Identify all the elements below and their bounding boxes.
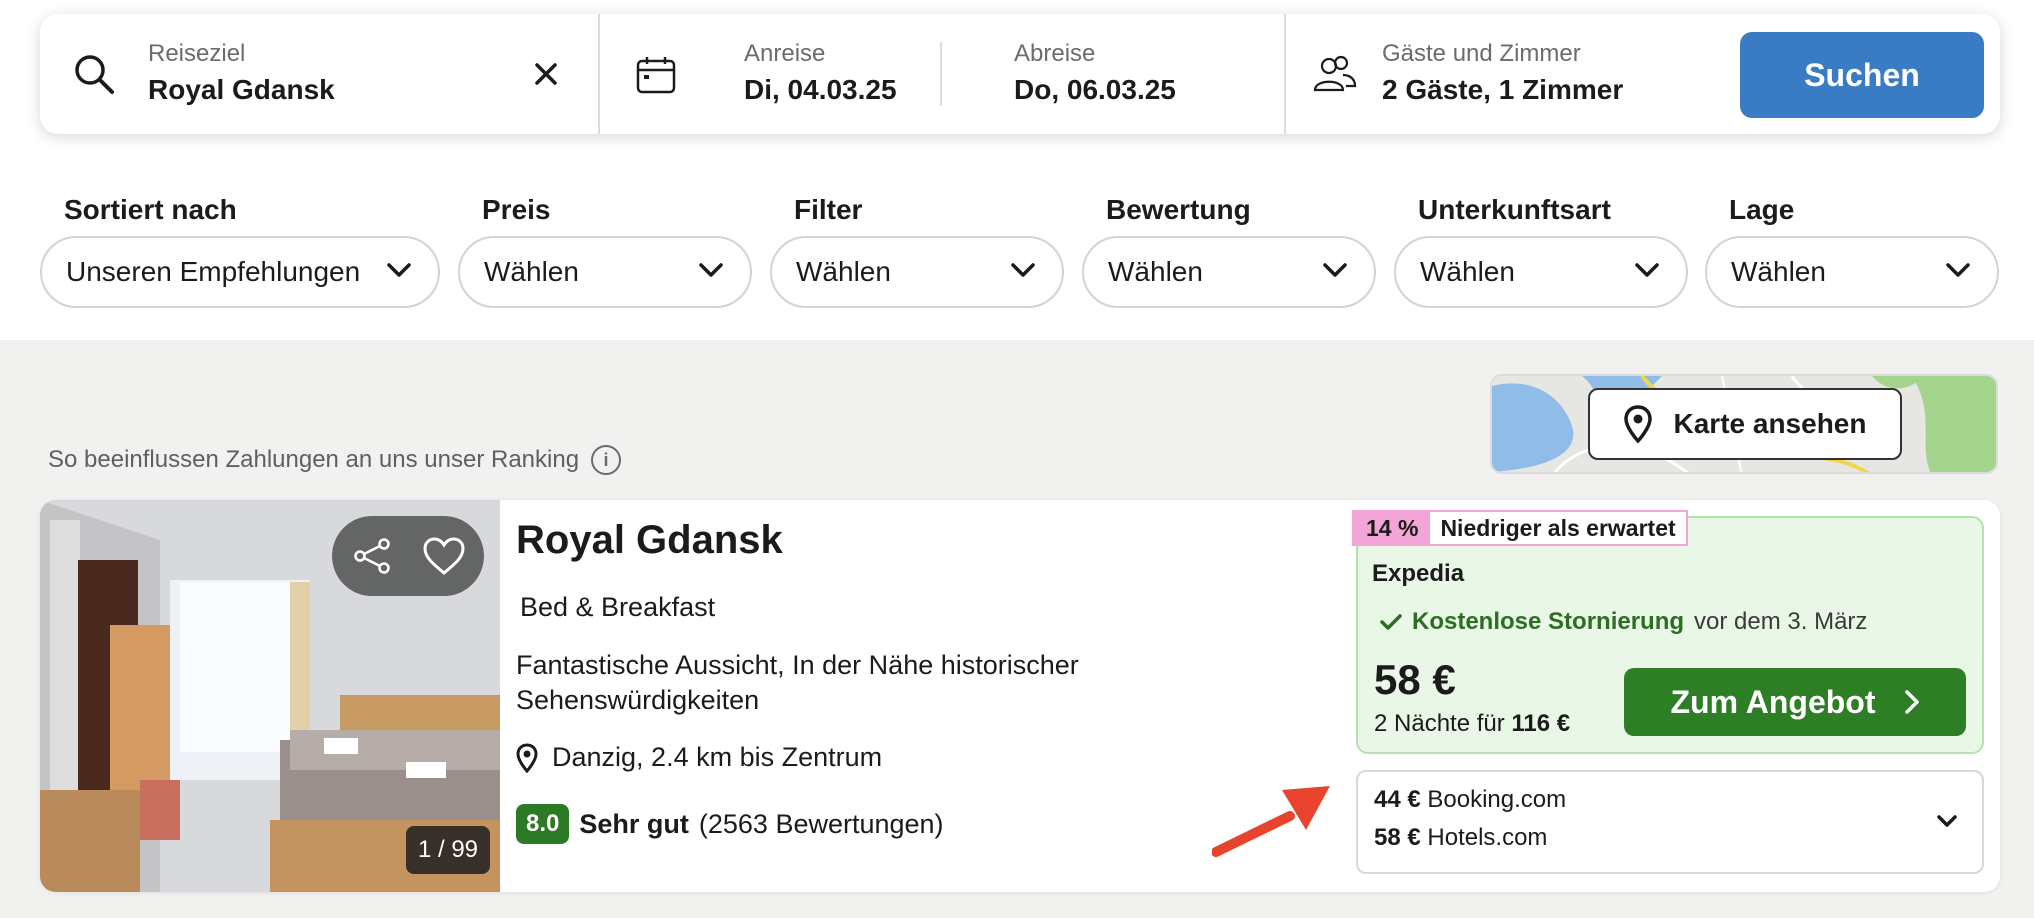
checkout-label: Abreise bbox=[1014, 40, 1096, 67]
alt-offer-row[interactable]: 58 € Hotels.com bbox=[1374, 824, 1547, 852]
calendar-icon bbox=[636, 57, 676, 94]
offer-provider: Expedia bbox=[1372, 560, 1465, 587]
map-preview[interactable]: Karte ansehen bbox=[1490, 374, 1998, 474]
chevron-down-icon bbox=[1635, 263, 1659, 277]
alt-price: 44 € bbox=[1374, 786, 1421, 813]
alt-offer-row[interactable]: 44 € Booking.com bbox=[1374, 786, 1566, 814]
filter-label: Lage bbox=[1729, 194, 1795, 225]
dropdown-value: Wählen bbox=[1420, 256, 1515, 287]
filter-label: Sortiert nach bbox=[64, 194, 237, 225]
alternative-offers[interactable]: 44 € Booking.com 58 € Hotels.com bbox=[1356, 770, 1984, 874]
checkmark-icon bbox=[1380, 614, 1402, 630]
photo-actions bbox=[332, 516, 484, 596]
clear-icon[interactable] bbox=[534, 62, 558, 86]
view-deal-button[interactable]: Zum Angebot bbox=[1624, 668, 1966, 736]
annotation-arrow-icon bbox=[1212, 786, 1330, 857]
map-pin-icon bbox=[1623, 405, 1652, 443]
location-dropdown[interactable]: Wählen bbox=[1705, 236, 1999, 308]
cancellation-bold: Kostenlose Stornierung bbox=[1412, 608, 1685, 635]
dropdown-value: Unseren Empfehlungen bbox=[66, 256, 361, 287]
view-deal-label: Zum Angebot bbox=[1670, 683, 1876, 720]
hotel-type: Bed & Breakfast bbox=[520, 592, 716, 622]
dropdown-value: Wählen bbox=[1731, 256, 1826, 287]
destination-field[interactable]: Reiseziel Royal Gdansk bbox=[40, 14, 600, 134]
chevron-down-icon bbox=[1011, 263, 1035, 277]
hotel-rating[interactable]: 8.0 Sehr gut (2563 Bewertungen) bbox=[516, 804, 944, 844]
info-icon: i bbox=[591, 445, 622, 475]
hotel-location: Danzig, 2.4 km bis Zentrum bbox=[516, 742, 882, 773]
hotel-card: 1 / 99 Royal Gdansk Bed & Breakfast Fant… bbox=[40, 500, 2000, 892]
alt-price: 58 € bbox=[1374, 824, 1421, 851]
deal-percent: 14 % bbox=[1354, 512, 1431, 544]
filter-label: Preis bbox=[482, 194, 551, 225]
sort-dropdown[interactable]: Unseren Empfehlungen bbox=[40, 236, 440, 308]
deal-text: Niedriger als erwartet bbox=[1440, 515, 1676, 541]
location-text: Danzig, 2.4 km bis Zentrum bbox=[552, 742, 883, 772]
alt-provider: Booking.com bbox=[1427, 786, 1567, 813]
heart-icon[interactable] bbox=[422, 536, 466, 576]
filter-label: Unterkunftsart bbox=[1418, 194, 1611, 225]
rating-word: Sehr gut bbox=[579, 808, 689, 839]
deal-badge: 14 % Niedriger als erwartet bbox=[1352, 510, 1688, 546]
checkout-field[interactable]: Abreise Do, 06.03.25 bbox=[942, 14, 1324, 134]
filter-label: Filter bbox=[794, 194, 863, 225]
guests-value: 2 Gäste, 1 Zimmer bbox=[1382, 74, 1624, 105]
rating-score: 8.0 bbox=[516, 804, 570, 844]
location-pin-icon bbox=[516, 742, 538, 773]
property-type-dropdown[interactable]: Wählen bbox=[1394, 236, 1688, 308]
guests-label: Gäste und Zimmer bbox=[1382, 40, 1581, 67]
users-icon bbox=[1313, 55, 1357, 92]
search-icon bbox=[75, 55, 114, 94]
destination-label: Reiseziel bbox=[148, 40, 246, 67]
share-icon[interactable] bbox=[352, 536, 392, 576]
offer-price: 58 € bbox=[1374, 656, 1456, 703]
destination-value: Royal Gdansk bbox=[148, 74, 335, 105]
chevron-right-icon bbox=[1904, 690, 1919, 714]
total-price: 2 Nächte für 116 € bbox=[1374, 710, 1570, 738]
hotel-name[interactable]: Royal Gdansk bbox=[516, 518, 783, 563]
ranking-text: So beeinflussen Zahlungen an uns unser R… bbox=[48, 446, 580, 473]
total-prefix: 2 Nächte für bbox=[1374, 710, 1505, 737]
show-map-label: Karte ansehen bbox=[1673, 408, 1867, 439]
search-button[interactable]: Suchen bbox=[1740, 32, 1984, 118]
ranking-info-link[interactable]: So beeinflussen Zahlungen an uns unser R… bbox=[48, 445, 622, 475]
chevron-down-icon bbox=[387, 263, 411, 277]
checkin-field[interactable]: Anreise Di, 04.03.25 bbox=[600, 14, 980, 134]
dropdown-value: Wählen bbox=[1108, 256, 1203, 287]
guests-field[interactable]: Gäste und Zimmer 2 Gäste, 1 Zimmer bbox=[1286, 14, 1726, 134]
filter-dropdown[interactable]: Wählen bbox=[770, 236, 1064, 308]
dropdown-value: Wählen bbox=[484, 256, 579, 287]
chevron-down-icon bbox=[1323, 263, 1347, 277]
chevron-down-icon bbox=[1946, 263, 1970, 277]
free-cancellation: Kostenlose Stornierung vor dem 3. März bbox=[1380, 608, 1867, 636]
hotel-photo[interactable]: 1 / 99 bbox=[40, 500, 500, 892]
checkin-label: Anreise bbox=[744, 40, 826, 67]
review-count: (2563 Bewertungen) bbox=[698, 808, 944, 839]
checkout-value: Do, 06.03.25 bbox=[1014, 74, 1176, 105]
checkin-value: Di, 04.03.25 bbox=[744, 74, 897, 105]
chevron-down-icon bbox=[699, 263, 723, 277]
hotel-description: Fantastische Aussicht, In der Nähe histo… bbox=[516, 650, 1079, 715]
photo-counter: 1 / 99 bbox=[406, 826, 490, 874]
show-map-button[interactable]: Karte ansehen bbox=[1588, 388, 1902, 460]
dropdown-value: Wählen bbox=[796, 256, 891, 287]
price-dropdown[interactable]: Wählen bbox=[458, 236, 752, 308]
filter-label: Bewertung bbox=[1106, 194, 1251, 225]
chevron-down-icon[interactable] bbox=[1936, 814, 1958, 828]
rating-dropdown[interactable]: Wählen bbox=[1082, 236, 1376, 308]
search-bar: Reiseziel Royal Gdansk Anreise Di, 04.03… bbox=[40, 14, 2000, 134]
total-value: 116 € bbox=[1511, 710, 1571, 737]
alt-provider: Hotels.com bbox=[1427, 824, 1548, 851]
cancellation-rest: vor dem 3. März bbox=[1694, 608, 1868, 635]
